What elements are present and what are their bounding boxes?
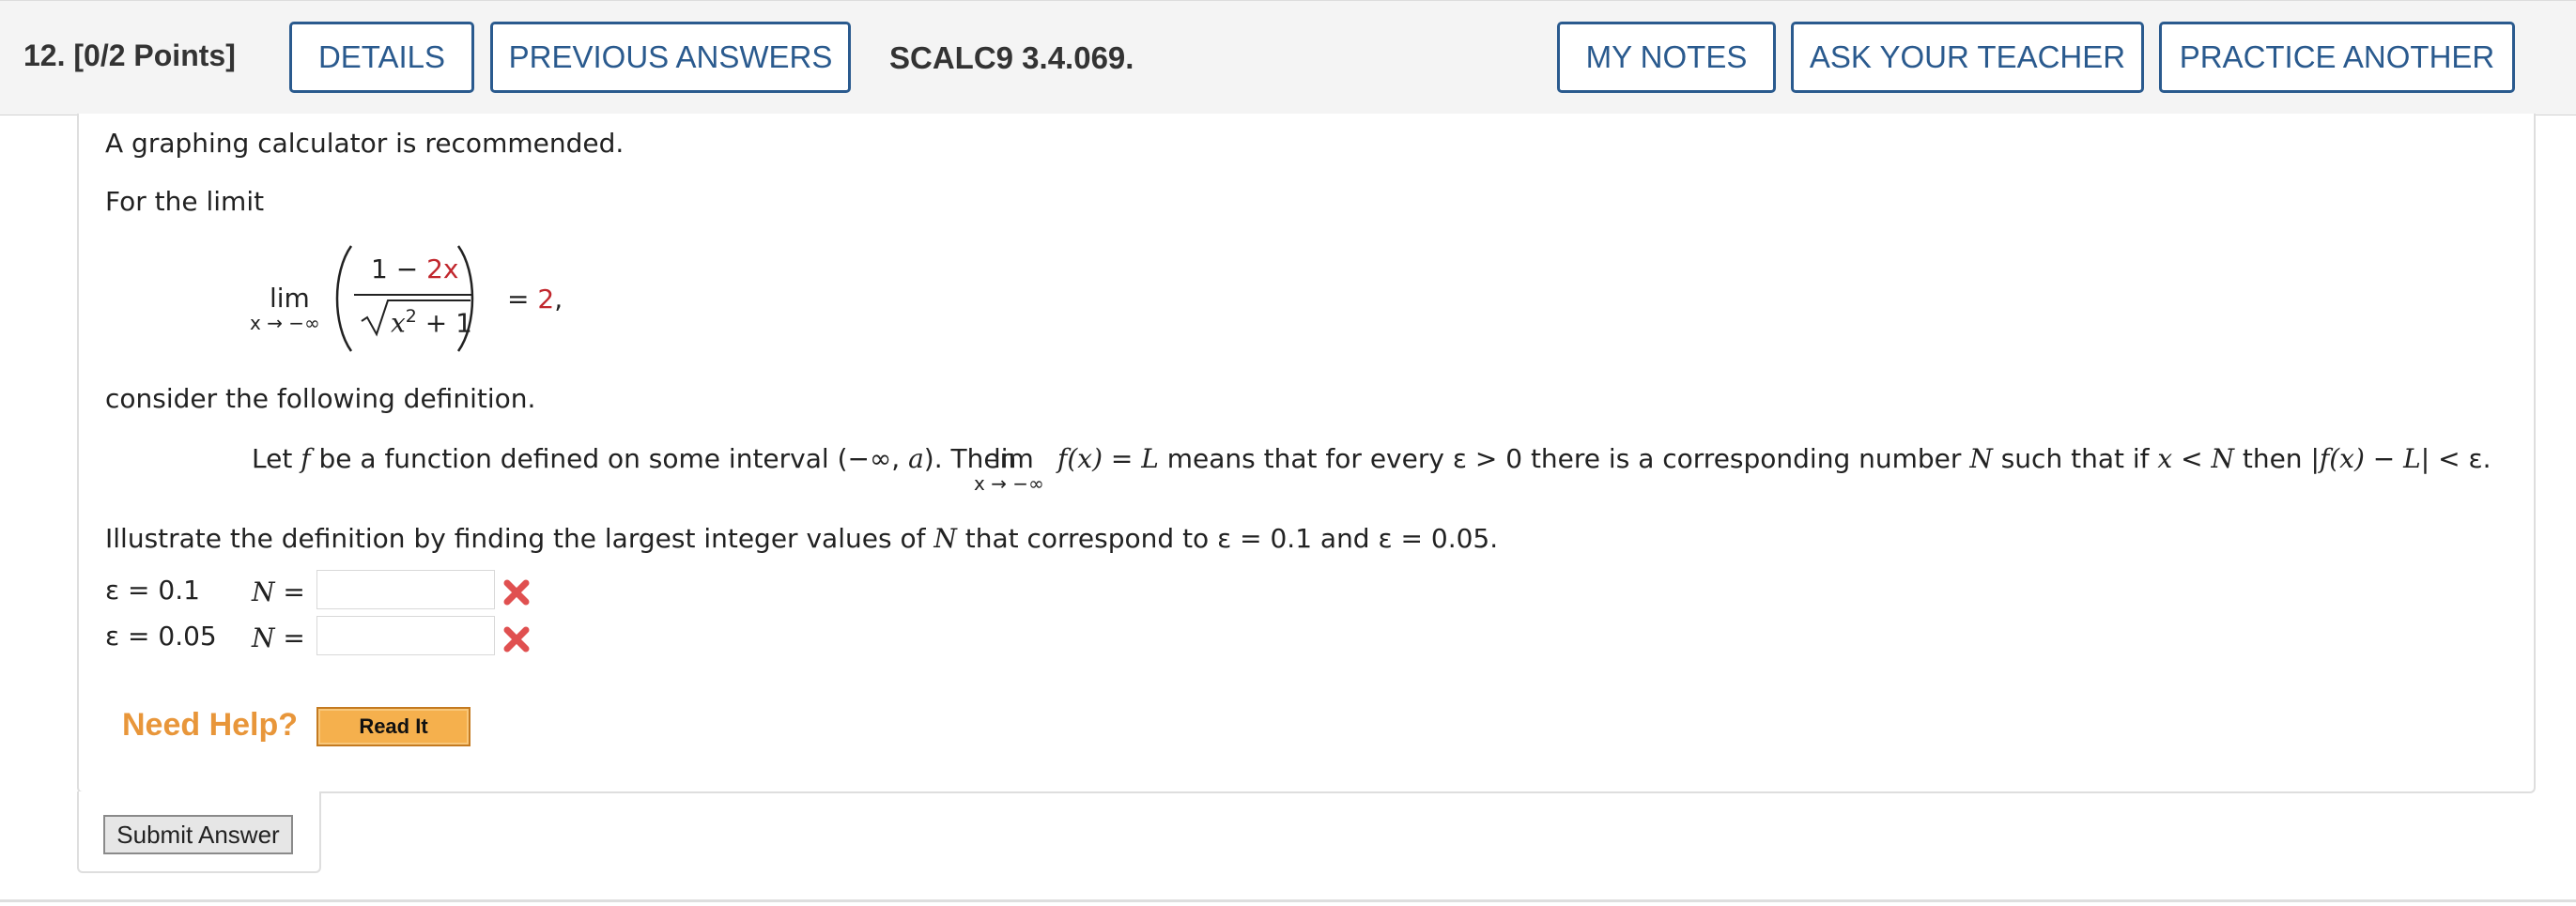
lim-label: lim xyxy=(270,283,310,314)
submit-answer-label: Submit Answer xyxy=(116,820,280,849)
intro-text: A graphing calculator is recommended. xyxy=(105,128,625,159)
definition-text: | < ε. xyxy=(2420,443,2491,474)
n-answer-input-1[interactable] xyxy=(316,570,495,609)
previous-answers-button-label: PREVIOUS ANSWERS xyxy=(508,39,833,74)
ask-your-teacher-button[interactable]: ASK YOUR TEACHER xyxy=(1791,22,2144,93)
equals-sign: = xyxy=(283,576,305,607)
previous-answers-button[interactable]: PREVIOUS ANSWERS xyxy=(490,22,851,93)
instruction-var: N xyxy=(933,523,957,554)
definition-text: means that for every ε > 0 there is a co… xyxy=(1158,443,1970,474)
definition-part-b: f(x) = L means that for every ε > 0 ther… xyxy=(1057,443,2491,474)
submit-answer-button[interactable]: Submit Answer xyxy=(103,815,293,854)
n-var: N xyxy=(252,622,275,653)
numerator-term: 2x xyxy=(426,253,459,284)
epsilon-label: ε = 0.05 xyxy=(105,621,217,652)
equals-sign: = xyxy=(507,284,530,315)
definition-var: a xyxy=(908,443,924,474)
instruction-part: that correspond to ε = 0.1 and ε = 0.05. xyxy=(956,523,1499,554)
divider xyxy=(0,899,2576,902)
ask-your-teacher-button-label: ASK YOUR TEACHER xyxy=(1809,39,2126,74)
practice-another-button-label: PRACTICE ANOTHER xyxy=(2179,39,2495,74)
points-label: [0/2 Points] xyxy=(73,38,236,72)
details-button[interactable]: DETAILS xyxy=(289,22,474,93)
definition-lim-subscript: x → −∞ xyxy=(974,472,1044,495)
definition-part-a: Let f be a function defined on some inte… xyxy=(252,443,1016,474)
definition-var: L xyxy=(1141,443,1159,474)
lim-subscript: x → −∞ xyxy=(250,312,320,334)
definition-text: Let xyxy=(252,443,301,474)
my-notes-button-label: MY NOTES xyxy=(1585,39,1748,74)
denominator: x2 + 1 xyxy=(391,306,472,338)
x-mark-icon xyxy=(503,579,530,606)
instruction-part: Illustrate the definition by finding the… xyxy=(105,523,934,554)
x-mark-icon xyxy=(503,626,530,653)
definition-text: = xyxy=(1103,443,1142,474)
read-it-label: Read It xyxy=(359,714,428,738)
denominator-suffix: + 1 xyxy=(416,307,472,339)
n-label: N = xyxy=(252,576,305,607)
equals-sign: = xyxy=(283,622,305,653)
numerator: 1 − 2x xyxy=(371,253,458,284)
my-notes-button[interactable]: MY NOTES xyxy=(1557,22,1776,93)
denominator-exponent: 2 xyxy=(405,306,417,327)
practice-another-button[interactable]: PRACTICE ANOTHER xyxy=(2159,22,2515,93)
definition-lim: lim xyxy=(994,443,1034,474)
question-code: SCALC9 3.4.069. xyxy=(889,40,1134,75)
fraction-bar xyxy=(354,294,472,296)
definition-var: f(x) xyxy=(1057,443,1103,474)
question-number-points: 12. [0/2 Points] xyxy=(23,38,236,73)
definition-text: be a function defined on some interval (… xyxy=(310,443,909,474)
read-it-button[interactable]: Read It xyxy=(316,707,470,746)
definition-text: such that if xyxy=(1992,443,2158,474)
definition-text: < xyxy=(2172,443,2212,474)
definition-var: f(x) xyxy=(2319,443,2365,474)
for-the-limit-text: For the limit xyxy=(105,186,265,217)
question-header: 12. [0/2 Points] DETAILS PREVIOUS ANSWER… xyxy=(0,0,2576,115)
definition-text: − xyxy=(2364,443,2404,474)
n-answer-input-2[interactable] xyxy=(316,616,495,655)
limit-value: 2 xyxy=(537,284,555,315)
need-help-label: Need Help? xyxy=(122,707,299,743)
definition-var: N xyxy=(1969,443,1993,474)
definition-var: L xyxy=(2403,443,2421,474)
instruction-text: Illustrate the definition by finding the… xyxy=(105,523,1498,554)
question-number: 12. xyxy=(23,38,66,72)
definition-text: then | xyxy=(2233,443,2320,474)
definition-var: f xyxy=(301,443,311,474)
numerator-prefix: 1 − xyxy=(371,253,427,284)
n-label: N = xyxy=(252,622,305,653)
epsilon-label: ε = 0.1 xyxy=(105,575,200,606)
consider-text: consider the following definition. xyxy=(105,383,536,414)
definition-var: x xyxy=(2157,443,2173,474)
limit-trailing: , xyxy=(554,284,563,315)
limit-equals: = 2, xyxy=(507,284,563,315)
denominator-base: x xyxy=(391,307,406,339)
definition-var: N xyxy=(2211,443,2234,474)
details-button-label: DETAILS xyxy=(317,39,446,74)
n-var: N xyxy=(252,576,275,607)
